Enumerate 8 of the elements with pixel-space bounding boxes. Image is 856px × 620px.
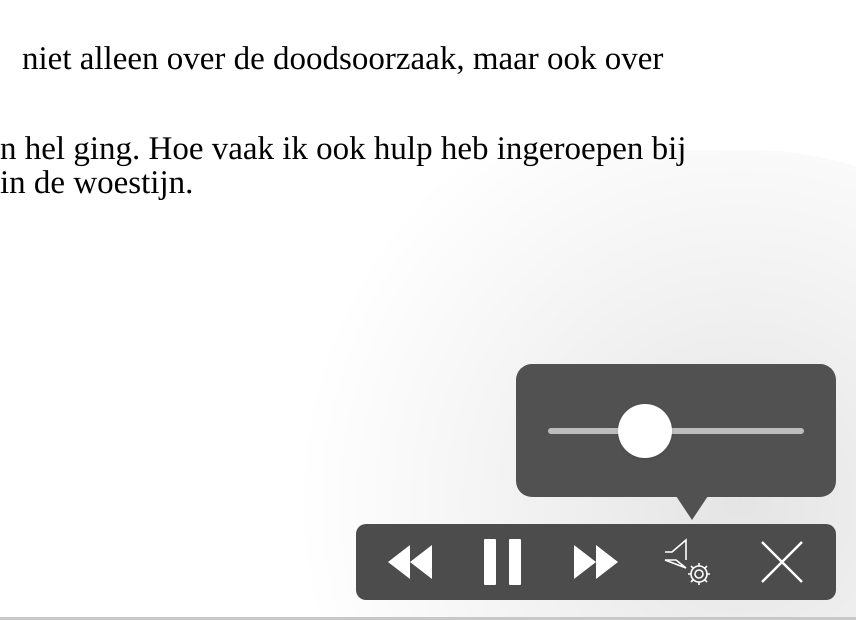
pause-icon (484, 539, 522, 585)
fast-forward-icon (574, 545, 618, 579)
volume-slider[interactable] (548, 404, 804, 458)
text-line: in de woestijn. (0, 168, 194, 198)
text-line: niet alleen over de doodsoorzaak, maar ook over (22, 40, 664, 78)
text-line: n hel ging. Hoe vaak ik ook hulp heb ingeroepen bij (0, 130, 686, 168)
close-icon (760, 541, 803, 583)
rewind-icon (388, 545, 432, 579)
